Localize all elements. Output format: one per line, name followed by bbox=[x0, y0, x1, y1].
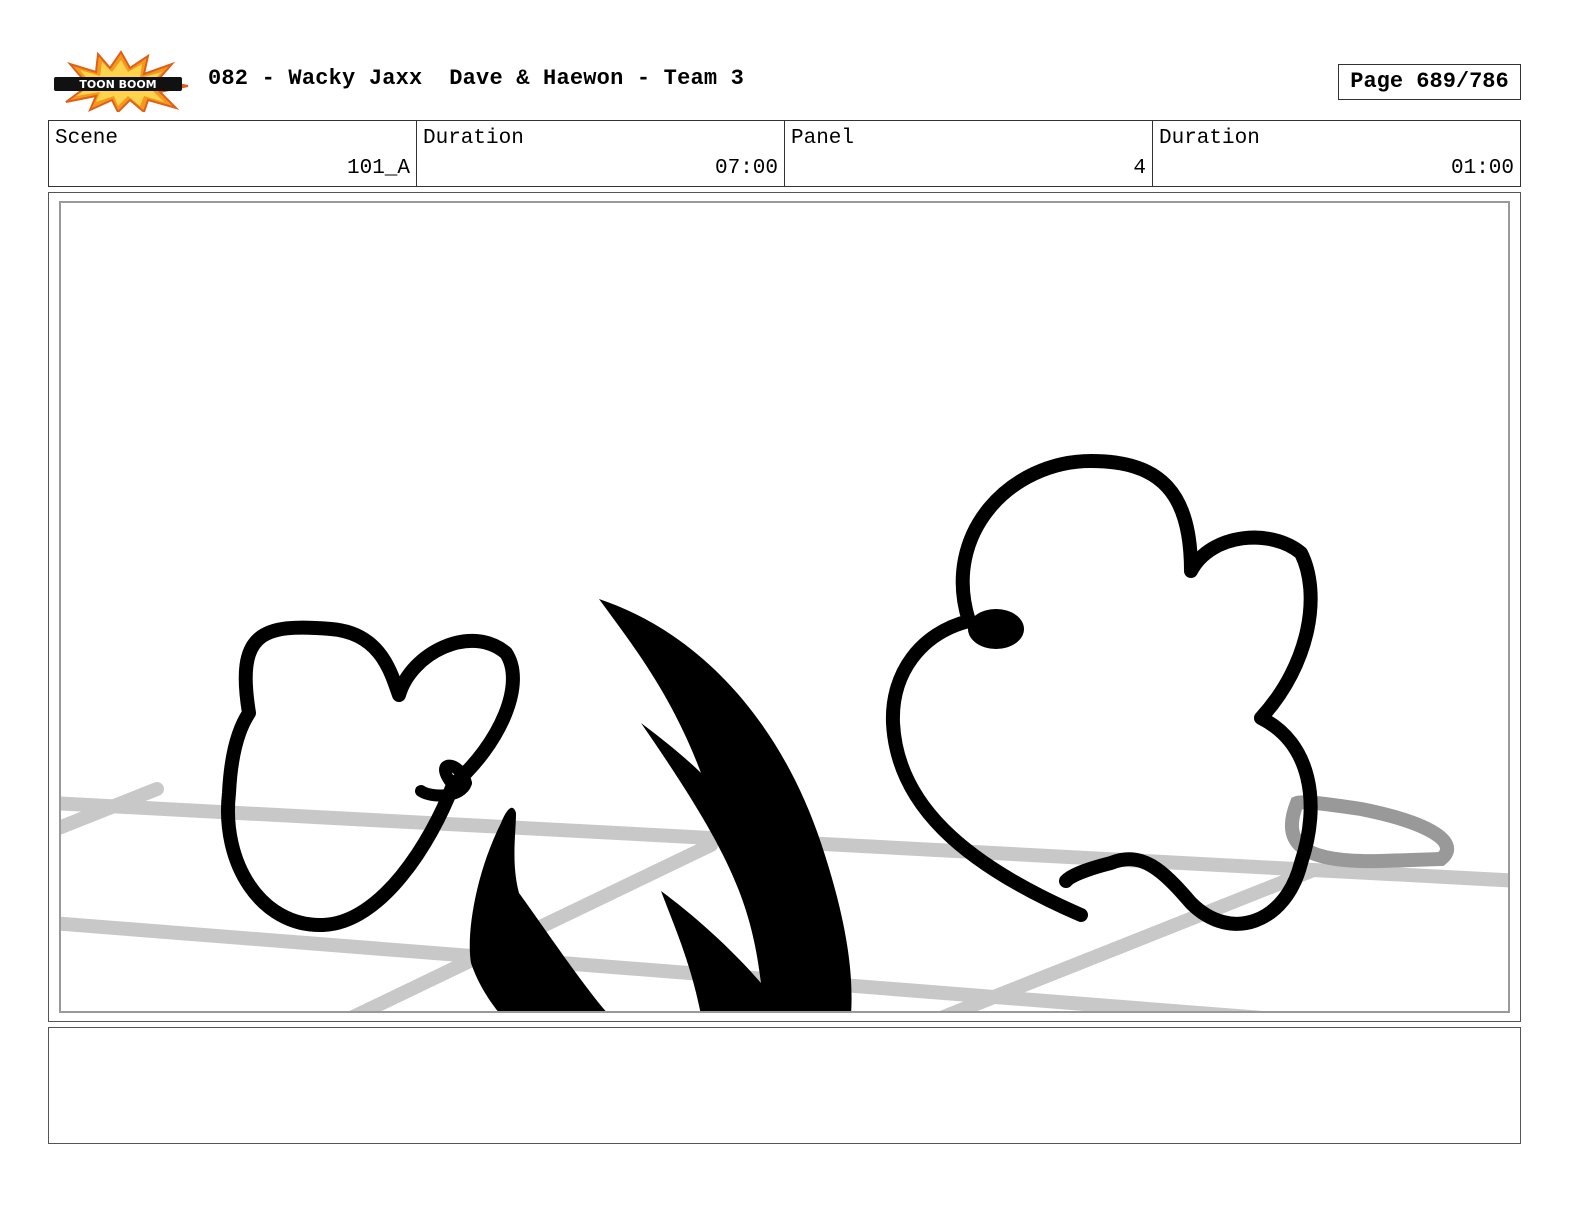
logo-text: TOON BOOM bbox=[79, 78, 156, 91]
panel-duration-value: 01:00 bbox=[1450, 157, 1514, 180]
scene-duration-label: Duration bbox=[423, 127, 524, 150]
scene-value: 101_A bbox=[346, 157, 410, 180]
panel-value: 4 bbox=[1133, 157, 1146, 180]
panel-duration-cell: Duration 01:00 bbox=[1153, 121, 1520, 186]
toon-boom-logo: TOON BOOM bbox=[52, 50, 190, 114]
scene-duration-value: 07:00 bbox=[714, 157, 778, 180]
storyboard-drawing bbox=[61, 454, 1508, 1011]
scene-label: Scene bbox=[55, 127, 119, 150]
panel-label: Panel bbox=[791, 127, 855, 150]
logo-burst-icon: TOON BOOM bbox=[54, 50, 189, 114]
storyboard-panel bbox=[59, 201, 1510, 1013]
scene-cell: Scene 101_A bbox=[49, 121, 417, 186]
document-title: 082 - Wacky Jaxx Dave & Haewon - Team 3 bbox=[208, 66, 745, 91]
panel-duration-label: Duration bbox=[1159, 127, 1260, 150]
scene-info-row: Scene 101_A Duration 07:00 Panel 4 Durat… bbox=[48, 120, 1521, 187]
page-number: Page 689/786 bbox=[1338, 64, 1521, 100]
panel-cell: Panel 4 bbox=[785, 121, 1153, 186]
storyboard-panel-frame bbox=[48, 192, 1521, 1022]
panel-notes bbox=[48, 1027, 1521, 1144]
left-cloud bbox=[221, 620, 520, 933]
scene-duration-cell: Duration 07:00 bbox=[417, 121, 785, 186]
plant-leaves bbox=[469, 599, 852, 1011]
